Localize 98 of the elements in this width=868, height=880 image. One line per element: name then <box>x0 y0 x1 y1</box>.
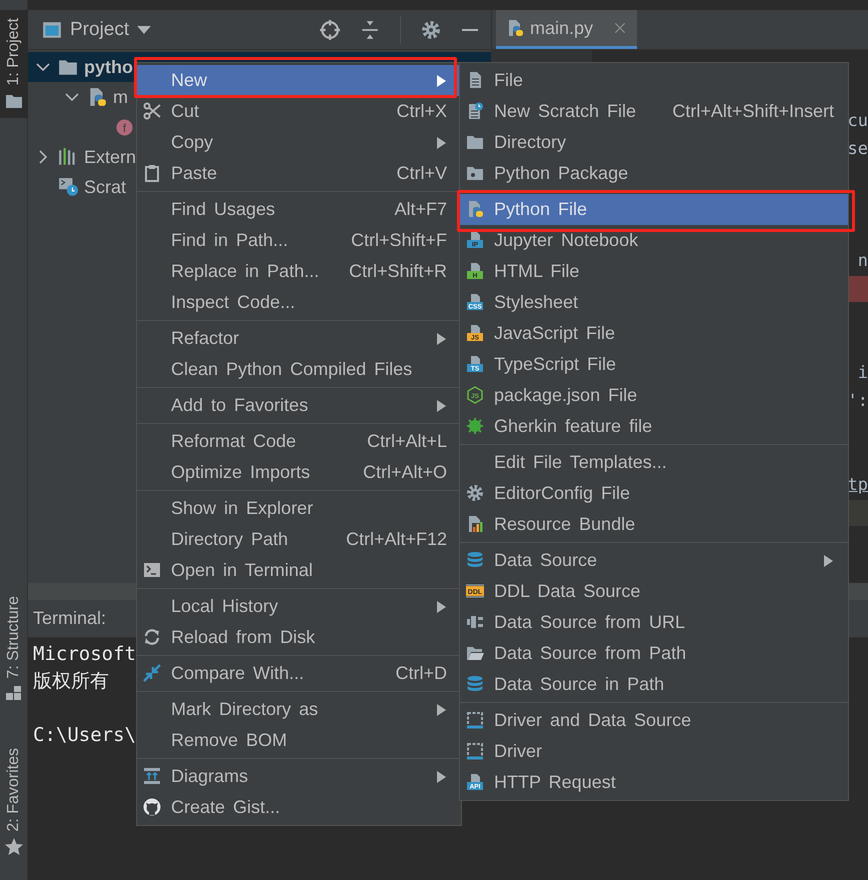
folder-icon <box>466 133 484 151</box>
menu-item[interactable]: Resource Bundle <box>460 509 848 540</box>
terminal-text: Microsoft <box>33 643 136 665</box>
menu-item[interactable]: Find Usages Alt+F7 <box>137 194 461 225</box>
gear-icon <box>421 20 441 40</box>
menu-item[interactable]: Reformat Code Ctrl+Alt+L <box>137 426 461 457</box>
menu-item[interactable]: Python File <box>460 194 848 225</box>
menu-item[interactable]: Local History <box>137 591 461 622</box>
close-icon <box>613 21 628 35</box>
menu-item[interactable]: Paste Ctrl+V <box>137 158 461 189</box>
menu-item[interactable]: EditorConfig File <box>460 478 848 509</box>
menu-item[interactable]: Clean Python Compiled Files <box>137 354 461 385</box>
shortcut-label: Ctrl+Shift+F <box>350 230 447 251</box>
python-file-icon <box>466 200 484 218</box>
star-icon <box>5 838 23 856</box>
menu-item[interactable]: Create Gist... <box>137 792 461 823</box>
menu-item[interactable]: Directory Path Ctrl+Alt+F12 <box>137 524 461 555</box>
menu-item[interactable]: Mark Directory as <box>137 694 461 725</box>
code-text: n <box>858 250 868 273</box>
code-text: tp <box>848 474 868 497</box>
menu-item[interactable]: Data Source <box>460 545 848 576</box>
terminal-icon <box>143 561 161 579</box>
panel-title: Terminal: <box>33 608 106 629</box>
view-selector[interactable]: Project <box>70 18 130 40</box>
scissors-icon <box>143 102 161 120</box>
collapse-icon <box>360 20 380 40</box>
chip-icon <box>466 742 484 760</box>
locate-icon <box>320 20 340 40</box>
code-text: ': <box>848 390 868 413</box>
tree-item[interactable]: Scrat <box>34 172 126 202</box>
code-text: se <box>848 138 868 161</box>
menu-item[interactable]: Edit File Templates... <box>460 447 848 478</box>
chip-icon <box>466 711 484 729</box>
menu-item[interactable]: Refactor <box>137 323 461 354</box>
menu-item[interactable]: Find in Path... Ctrl+Shift+F <box>137 225 461 256</box>
menu-item[interactable]: Directory <box>460 127 848 158</box>
diagram-icon <box>143 767 161 785</box>
menu-item[interactable]: Remove BOM <box>137 725 461 756</box>
shortcut-label: Ctrl+Alt+O <box>362 462 447 483</box>
menu-item[interactable]: Open in Terminal <box>137 555 461 586</box>
menu-item[interactable]: Replace in Path... Ctrl+Shift+R <box>137 256 461 287</box>
clipboard-icon <box>143 164 161 182</box>
gear-icon <box>466 484 484 502</box>
menu-item[interactable]: Inspect Code... <box>137 287 461 318</box>
tool-window-button[interactable]: 7: Structure <box>0 588 28 710</box>
menu-item[interactable]: Show in Explorer <box>137 493 461 524</box>
shortcut-label: Ctrl+D <box>395 663 447 684</box>
window-icon <box>42 20 62 40</box>
shortcut-label: Ctrl+Shift+R <box>348 261 447 282</box>
shortcut-label: Ctrl+Alt+F12 <box>346 529 447 550</box>
menu-item[interactable]: Driver and Data Source <box>460 705 848 736</box>
menu-item[interactable]: Add to Favorites <box>137 390 461 421</box>
menu-item[interactable]: Driver <box>460 736 848 767</box>
tool-window-button[interactable]: 2: Favorites <box>0 740 28 864</box>
menu-item[interactable]: New Scratch File Ctrl+Alt+Shift+Insert <box>460 96 848 127</box>
terminal-text: 版权所有 <box>33 670 109 692</box>
menu-item[interactable]: Copy <box>137 127 461 158</box>
code-text: cu <box>848 110 868 133</box>
menu-item[interactable]: Optimize Imports Ctrl+Alt+O <box>137 457 461 488</box>
tree-item[interactable]: m <box>63 82 128 112</box>
shortcut-label: Ctrl+Alt+Shift+Insert <box>672 101 834 122</box>
plug-icon <box>466 613 484 631</box>
bar-chart-file-icon <box>466 515 484 533</box>
database-icon <box>466 551 484 569</box>
caret-icon <box>137 26 152 34</box>
open-folder-icon <box>466 644 484 662</box>
shortcut-label: Alt+F7 <box>394 199 447 220</box>
code-text: i <box>858 362 868 385</box>
structure-icon <box>5 684 23 702</box>
scratch-file-icon <box>466 102 484 120</box>
reload-icon <box>143 628 161 646</box>
terminal-text: C:\Users\ <box>33 724 136 746</box>
arrows-icon <box>143 664 161 682</box>
menu-item[interactable]: Cut Ctrl+X <box>137 96 461 127</box>
tree-item[interactable]: Extern <box>34 142 136 172</box>
shortcut-label: Ctrl+Alt+L <box>366 431 447 452</box>
sprout-icon <box>466 417 484 435</box>
python-file-icon <box>506 19 524 37</box>
function-icon: f <box>116 118 133 136</box>
menu-item[interactable]: Gherkin feature file <box>460 411 848 442</box>
menu-item[interactable]: File <box>460 65 848 96</box>
package-folder-icon <box>466 164 484 182</box>
logo-icon <box>143 798 161 816</box>
editor-tab[interactable]: main.py <box>496 10 638 49</box>
menu-item[interactable]: Data Source from URL <box>460 607 848 638</box>
shortcut-label: Ctrl+X <box>396 101 447 122</box>
menu-item[interactable]: New <box>137 65 461 96</box>
minimize-icon <box>461 28 479 30</box>
menu-item[interactable]: Data Source from Path <box>460 638 848 669</box>
tool-window-button[interactable]: 1: Project <box>0 10 28 118</box>
menu-item[interactable]: Data Source in Path <box>460 669 848 700</box>
menu-item[interactable]: Compare With... Ctrl+D <box>137 658 461 689</box>
menu-item[interactable]: Python Package <box>460 158 848 189</box>
menu-item[interactable]: Diagrams <box>137 761 461 792</box>
shortcut-label: Ctrl+V <box>396 163 447 184</box>
menu-item[interactable]: Reload from Disk <box>137 622 461 653</box>
scratches-icon <box>58 177 78 197</box>
database-icon <box>466 675 484 693</box>
